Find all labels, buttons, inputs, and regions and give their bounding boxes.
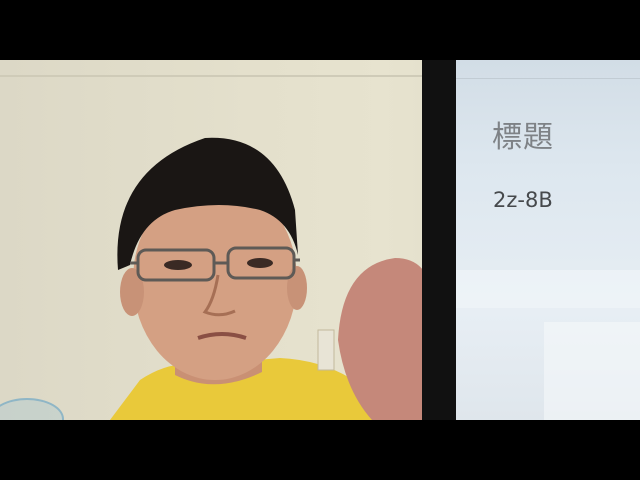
screen-band	[456, 270, 640, 308]
phone: 標題 2z-8B	[422, 60, 640, 420]
small-object	[317, 329, 335, 371]
screen-card	[544, 322, 640, 420]
left-eye	[164, 260, 192, 270]
screen-value: 2z-8B	[493, 188, 553, 212]
right-ear	[287, 266, 307, 310]
phone-screen: 標題 2z-8B	[456, 60, 640, 420]
screen-title: 標題	[492, 120, 554, 155]
webcam-frame: 標題 2z-8B	[0, 0, 640, 480]
right-eye	[247, 258, 273, 268]
left-ear	[120, 268, 144, 316]
screen-top-bar	[456, 78, 640, 79]
camera-photo: 標題 2z-8B	[0, 60, 640, 420]
